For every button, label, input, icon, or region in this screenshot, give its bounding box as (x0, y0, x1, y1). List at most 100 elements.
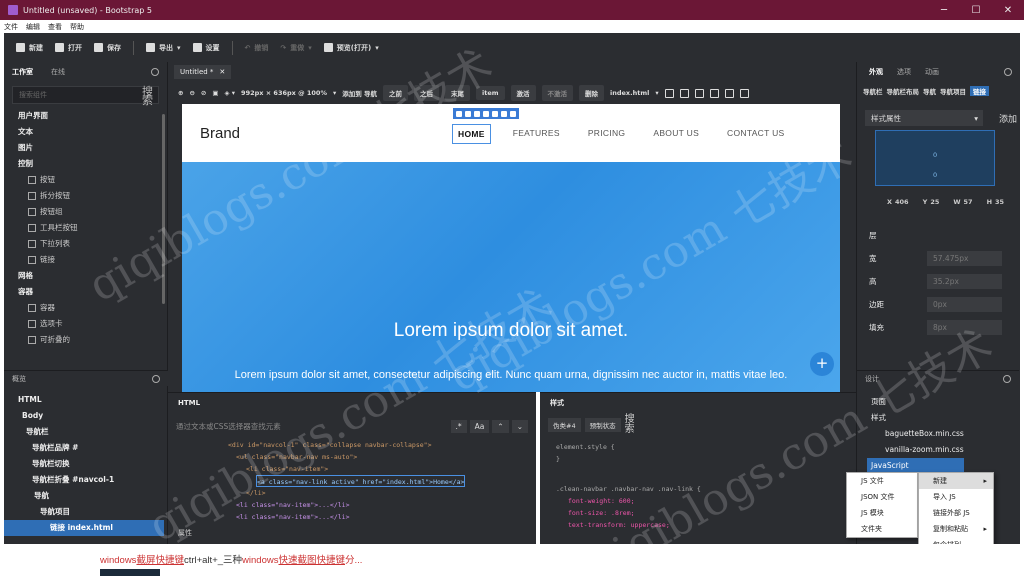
outline-item[interactable]: 导航栏切换 (4, 456, 164, 472)
regex-button[interactable]: .* (450, 419, 467, 433)
menu-view[interactable]: 查看 (44, 22, 66, 32)
tree-item[interactable]: 图片 (4, 140, 167, 156)
property-value[interactable]: 8px (927, 320, 1002, 335)
preview-navbar[interactable]: Brand HOME FEATURES PRICING ABOUT US CON… (182, 104, 840, 162)
html-filter-input[interactable]: 通过文本或CSS选择器查找元素 .* Aa ⌃ ⌄ (176, 417, 528, 435)
tree-item[interactable]: 链接 (4, 252, 167, 268)
css-line[interactable]: } (556, 453, 840, 465)
edit-icon[interactable] (474, 110, 480, 117)
export-button[interactable]: 导出 ▾ (146, 43, 181, 53)
hero-text[interactable]: Lorem ipsum dolor sit amet, consectetur … (182, 366, 840, 384)
tree-item[interactable]: 容器 (4, 300, 167, 316)
delete-button[interactable]: 删除 (579, 85, 605, 101)
menu-item[interactable]: JS 模块 (847, 505, 917, 521)
item-button[interactable]: item (475, 86, 505, 100)
html-line[interactable]: <li class="nav-item">...</li> (236, 511, 536, 523)
zoom-icon[interactable]: ⊕ (178, 89, 183, 97)
breadcrumb-item[interactable]: 导航栏布局 (887, 86, 920, 96)
before-button[interactable]: 之前 (382, 85, 408, 101)
close-icon[interactable]: ✕ (219, 68, 225, 76)
search-icon[interactable] (151, 68, 159, 76)
preview-button[interactable]: 预览(打开) ▾ (323, 43, 379, 53)
breadcrumb-item[interactable]: 链接 (970, 86, 989, 96)
nav-about[interactable]: ABOUT US (639, 124, 713, 144)
tree-item[interactable]: 工具栏按钮 (4, 220, 167, 236)
redo-button[interactable]: ↷ 重做 ▾ (280, 43, 311, 53)
state-select[interactable]: 预制状态 (584, 418, 621, 432)
outline-item[interactable]: HTML (4, 392, 164, 408)
property-row[interactable]: 高 35.2px (857, 270, 1020, 293)
device-wide-icon[interactable] (739, 88, 749, 98)
outline-item[interactable]: 导航项目 (4, 504, 164, 520)
coord-value[interactable]: 57 (964, 198, 973, 206)
zoom-out-icon[interactable]: ⊖ (189, 89, 194, 97)
nav-pricing[interactable]: PRICING (574, 124, 640, 144)
close-button[interactable]: ✕ (992, 5, 1024, 16)
size-info[interactable]: 992px × 636px @ 100% (241, 89, 327, 97)
activate-button[interactable]: 激活 (510, 85, 536, 101)
device-laptop-icon[interactable] (709, 88, 719, 98)
link-part[interactable]: windows (100, 555, 136, 566)
hero-title[interactable]: Lorem ipsum dolor sit amet. (182, 320, 840, 342)
link-part[interactable]: windows (242, 555, 278, 566)
add-button[interactable]: + (810, 352, 834, 376)
deactivate-button[interactable]: 不激活 (541, 85, 574, 101)
tree-item[interactable]: 按钮组 (4, 204, 167, 220)
search-icon[interactable] (1003, 374, 1011, 383)
pseudo-class-select[interactable]: 伪类#4 (548, 418, 581, 432)
tree-item[interactable]: 可折叠的 (4, 332, 167, 348)
tree-item[interactable]: 用户界面 (4, 108, 167, 124)
document-tab[interactable]: Untitled * ✕ (174, 65, 232, 79)
hide-icon[interactable] (501, 110, 507, 117)
navbar-brand[interactable]: Brand (200, 125, 240, 142)
device-phone-icon[interactable] (664, 88, 674, 98)
link-part[interactable]: ctrl+alt+_三种 (184, 555, 242, 566)
nav-home[interactable]: HOME (452, 124, 491, 144)
css-line[interactable]: text-transform: uppercase; (556, 519, 840, 531)
save-button[interactable]: 保存 (94, 43, 121, 53)
minimize-button[interactable]: ─ (928, 5, 960, 16)
outline-item[interactable]: Body (4, 408, 164, 424)
html-line[interactable]: <li class="nav-item">...</li> (236, 499, 536, 511)
property-value[interactable]: 57.475px (927, 251, 1002, 266)
wrap-icon[interactable] (483, 110, 489, 117)
link-part[interactable]: 快速 (278, 555, 297, 566)
property-row[interactable]: 填充 8px (857, 316, 1020, 339)
settings-button[interactable]: 设置 (192, 43, 220, 53)
box-padding-value[interactable]: 0 (933, 171, 937, 179)
search-icon[interactable] (152, 374, 160, 383)
coord-value[interactable]: 25 (930, 198, 939, 206)
tab-animation[interactable]: 动画 (925, 67, 939, 77)
after-button[interactable]: 之后 (413, 85, 439, 101)
prev-icon[interactable]: ⌃ (492, 419, 509, 433)
css-line[interactable]: font-weight: 600; (556, 495, 840, 507)
link-part[interactable]: 分... (345, 555, 362, 566)
add-to-nav[interactable]: 添加到 导航 (342, 88, 377, 98)
css-line[interactable]: .clean-navbar .navbar-nav .nav-link { (556, 483, 840, 495)
match-case-button[interactable]: Aa (469, 419, 490, 433)
layer-row[interactable]: 层 (857, 224, 1020, 247)
link-part[interactable]: 截屏快捷键 (136, 555, 184, 566)
tree-item[interactable]: 下拉列表 (4, 236, 167, 252)
menu-item[interactable]: 链接外部 JS (919, 505, 993, 521)
ban-icon[interactable]: ⊘ (201, 89, 206, 97)
nav-contact[interactable]: CONTACT US (713, 124, 798, 144)
device-tablet-landscape-icon[interactable] (694, 88, 704, 98)
selection-toolbar[interactable] (453, 108, 519, 119)
new-button[interactable]: 新建 (16, 43, 43, 53)
html-line[interactable]: <ul class="navbar-nav ms-auto"> (236, 451, 536, 463)
breadcrumb-item[interactable]: 导航项目 (940, 86, 966, 96)
box-margin-value[interactable]: 0 (933, 151, 937, 159)
design-canvas[interactable]: Brand HOME FEATURES PRICING ABOUT US CON… (182, 104, 840, 392)
tab-online[interactable]: 在线 (51, 67, 65, 77)
menu-item[interactable]: 文件夹 (847, 521, 917, 537)
outline-item[interactable]: 导航栏 (4, 424, 164, 440)
property-value[interactable]: 0px (927, 297, 1002, 312)
tree-item[interactable]: 网格 (4, 268, 167, 284)
menu-edit[interactable]: 编辑 (22, 22, 44, 32)
outline-item[interactable]: 导航栏品牌 # (4, 440, 164, 456)
coord-value[interactable]: 35 (995, 198, 1004, 206)
coord-value[interactable]: 406 (895, 198, 909, 206)
property-row[interactable]: 宽 57.475px (857, 247, 1020, 270)
undo-button[interactable]: ↶ 撤销 (245, 43, 269, 53)
